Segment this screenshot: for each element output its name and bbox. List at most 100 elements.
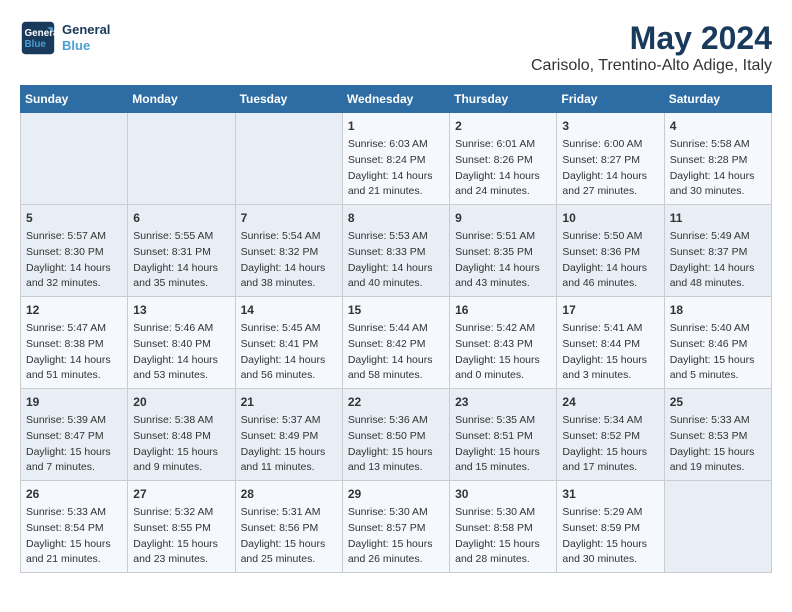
cell-content: Sunrise: 5:38 AM — [133, 413, 229, 429]
cell-content: Sunset: 8:55 PM — [133, 521, 229, 537]
calendar-cell: 20Sunrise: 5:38 AMSunset: 8:48 PMDayligh… — [128, 389, 235, 481]
cell-content: Sunrise: 5:57 AM — [26, 229, 122, 245]
day-number: 13 — [133, 301, 229, 319]
calendar-cell — [21, 113, 128, 205]
cell-content: Daylight: 15 hours — [562, 353, 658, 369]
cell-content: and 24 minutes. — [455, 184, 551, 200]
calendar-cell: 15Sunrise: 5:44 AMSunset: 8:42 PMDayligh… — [342, 297, 449, 389]
logo-icon: General Blue — [20, 20, 56, 56]
main-title: May 2024 — [531, 20, 772, 57]
cell-content: Sunset: 8:52 PM — [562, 429, 658, 445]
cell-content: Sunrise: 5:39 AM — [26, 413, 122, 429]
calendar-cell — [235, 113, 342, 205]
cell-content: Sunset: 8:54 PM — [26, 521, 122, 537]
cell-content: Sunrise: 6:01 AM — [455, 137, 551, 153]
cell-content: Daylight: 15 hours — [562, 537, 658, 553]
cell-content: and 23 minutes. — [133, 552, 229, 568]
day-number: 27 — [133, 485, 229, 503]
cell-content: Sunrise: 5:37 AM — [241, 413, 337, 429]
cell-content: and 43 minutes. — [455, 276, 551, 292]
cell-content: Sunrise: 5:53 AM — [348, 229, 444, 245]
calendar-cell: 5Sunrise: 5:57 AMSunset: 8:30 PMDaylight… — [21, 205, 128, 297]
cell-content: Sunset: 8:41 PM — [241, 337, 337, 353]
cell-content: Daylight: 14 hours — [241, 353, 337, 369]
cell-content: Sunset: 8:31 PM — [133, 245, 229, 261]
calendar-cell: 18Sunrise: 5:40 AMSunset: 8:46 PMDayligh… — [664, 297, 771, 389]
cell-content: Daylight: 15 hours — [241, 537, 337, 553]
cell-content: Daylight: 15 hours — [133, 445, 229, 461]
cell-content: Sunrise: 5:41 AM — [562, 321, 658, 337]
cell-content: Sunrise: 5:55 AM — [133, 229, 229, 245]
cell-content: and 58 minutes. — [348, 368, 444, 384]
cell-content: Sunrise: 5:46 AM — [133, 321, 229, 337]
weekday-header: Thursday — [450, 86, 557, 113]
cell-content: Daylight: 14 hours — [348, 261, 444, 277]
calendar-cell: 13Sunrise: 5:46 AMSunset: 8:40 PMDayligh… — [128, 297, 235, 389]
cell-content: Sunrise: 5:35 AM — [455, 413, 551, 429]
calendar-week-row: 12Sunrise: 5:47 AMSunset: 8:38 PMDayligh… — [21, 297, 772, 389]
cell-content: and 35 minutes. — [133, 276, 229, 292]
cell-content: Sunrise: 5:54 AM — [241, 229, 337, 245]
cell-content: Daylight: 14 hours — [455, 169, 551, 185]
cell-content: Sunrise: 5:40 AM — [670, 321, 766, 337]
cell-content: and 7 minutes. — [26, 460, 122, 476]
day-number: 25 — [670, 393, 766, 411]
cell-content: Daylight: 14 hours — [348, 353, 444, 369]
cell-content: Daylight: 14 hours — [455, 261, 551, 277]
day-number: 26 — [26, 485, 122, 503]
cell-content: Daylight: 15 hours — [26, 445, 122, 461]
day-number: 1 — [348, 117, 444, 135]
cell-content: and 19 minutes. — [670, 460, 766, 476]
cell-content: Sunrise: 6:00 AM — [562, 137, 658, 153]
cell-content: and 51 minutes. — [26, 368, 122, 384]
calendar-cell: 29Sunrise: 5:30 AMSunset: 8:57 PMDayligh… — [342, 481, 449, 573]
day-number: 7 — [241, 209, 337, 227]
calendar-cell: 12Sunrise: 5:47 AMSunset: 8:38 PMDayligh… — [21, 297, 128, 389]
cell-content: Daylight: 15 hours — [133, 537, 229, 553]
cell-content: Sunset: 8:37 PM — [670, 245, 766, 261]
day-number: 12 — [26, 301, 122, 319]
cell-content: and 27 minutes. — [562, 184, 658, 200]
cell-content: Daylight: 14 hours — [562, 169, 658, 185]
weekday-header: Sunday — [21, 86, 128, 113]
calendar-cell: 6Sunrise: 5:55 AMSunset: 8:31 PMDaylight… — [128, 205, 235, 297]
calendar-cell: 17Sunrise: 5:41 AMSunset: 8:44 PMDayligh… — [557, 297, 664, 389]
cell-content: Sunrise: 5:33 AM — [670, 413, 766, 429]
cell-content: Sunset: 8:49 PM — [241, 429, 337, 445]
calendar-cell: 4Sunrise: 5:58 AMSunset: 8:28 PMDaylight… — [664, 113, 771, 205]
calendar-week-row: 26Sunrise: 5:33 AMSunset: 8:54 PMDayligh… — [21, 481, 772, 573]
weekday-header: Wednesday — [342, 86, 449, 113]
cell-content: Daylight: 15 hours — [455, 353, 551, 369]
day-number: 22 — [348, 393, 444, 411]
cell-content: Daylight: 14 hours — [562, 261, 658, 277]
cell-content: Sunset: 8:53 PM — [670, 429, 766, 445]
calendar-cell — [664, 481, 771, 573]
weekday-header: Friday — [557, 86, 664, 113]
cell-content: and 53 minutes. — [133, 368, 229, 384]
day-number: 18 — [670, 301, 766, 319]
cell-content: and 32 minutes. — [26, 276, 122, 292]
day-number: 23 — [455, 393, 551, 411]
cell-content: Daylight: 14 hours — [670, 261, 766, 277]
page-header: General Blue General Blue May 2024 Caris… — [20, 20, 772, 75]
cell-content: Sunset: 8:57 PM — [348, 521, 444, 537]
calendar-cell: 25Sunrise: 5:33 AMSunset: 8:53 PMDayligh… — [664, 389, 771, 481]
calendar-cell: 23Sunrise: 5:35 AMSunset: 8:51 PMDayligh… — [450, 389, 557, 481]
logo-line1: General — [62, 22, 110, 38]
cell-content: and 28 minutes. — [455, 552, 551, 568]
cell-content: Daylight: 15 hours — [348, 445, 444, 461]
day-number: 30 — [455, 485, 551, 503]
cell-content: Sunrise: 5:47 AM — [26, 321, 122, 337]
cell-content: Sunrise: 5:42 AM — [455, 321, 551, 337]
cell-content: and 26 minutes. — [348, 552, 444, 568]
cell-content: Sunset: 8:26 PM — [455, 153, 551, 169]
cell-content: and 46 minutes. — [562, 276, 658, 292]
cell-content: and 21 minutes. — [348, 184, 444, 200]
cell-content: and 11 minutes. — [241, 460, 337, 476]
day-number: 28 — [241, 485, 337, 503]
day-number: 19 — [26, 393, 122, 411]
cell-content: Daylight: 15 hours — [241, 445, 337, 461]
cell-content: Sunset: 8:42 PM — [348, 337, 444, 353]
calendar-cell: 11Sunrise: 5:49 AMSunset: 8:37 PMDayligh… — [664, 205, 771, 297]
cell-content: and 30 minutes. — [562, 552, 658, 568]
